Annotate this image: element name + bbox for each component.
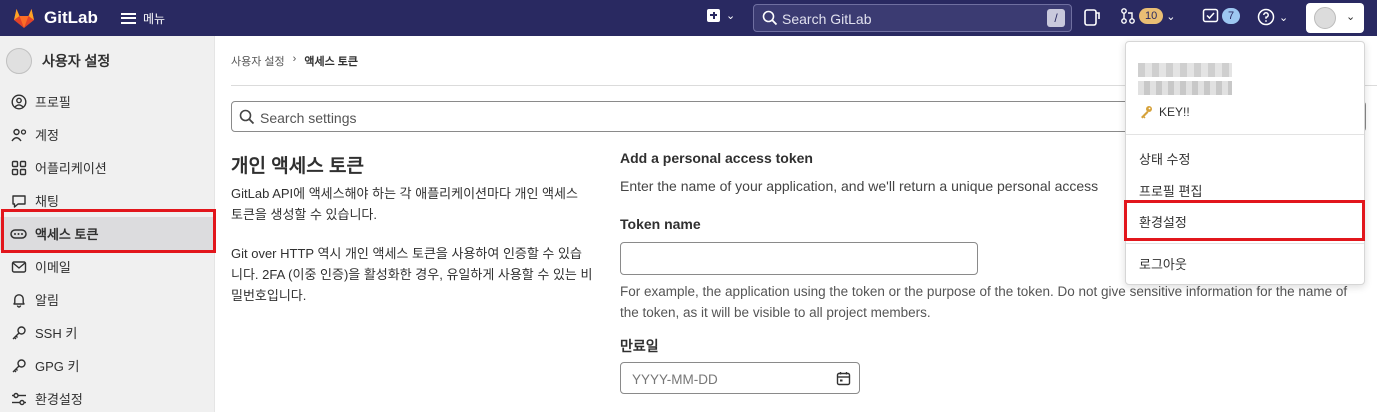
breadcrumb: 사용자 설정 › 액세스 토큰: [231, 53, 358, 69]
hamburger-icon: [121, 12, 136, 24]
todos-count-badge: 7: [1222, 7, 1241, 24]
help-button[interactable]: ⌄: [1257, 8, 1288, 26]
search-shortcut-key: /: [1047, 9, 1065, 27]
avatar: [1314, 7, 1336, 29]
breadcrumb-parent[interactable]: 사용자 설정: [231, 53, 285, 69]
user-menu-button[interactable]: ⌄: [1306, 3, 1364, 33]
chat-icon: [10, 192, 27, 209]
page-title: 개인 액세스 토큰: [231, 156, 364, 177]
form-title: Add a personal access token: [620, 150, 813, 166]
sidebar-item-label: 계정: [35, 128, 59, 143]
chevron-down-icon: ⌄: [1279, 11, 1289, 24]
sidebar-item-emails[interactable]: 이메일: [0, 250, 215, 283]
token-name-label: Token name: [620, 216, 701, 232]
profile-icon: [10, 93, 27, 110]
divider: [1126, 134, 1364, 135]
chevron-down-icon: ⌄: [1346, 11, 1356, 23]
brand-name[interactable]: GitLab: [44, 8, 98, 28]
sidebar-item-label: 알림: [35, 293, 59, 308]
sidebar-title: 사용자 설정: [42, 53, 111, 69]
intro-description: GitLab API에 액세스해야 하는 각 애플리케이션마다 개인 액세스 토…: [231, 186, 578, 222]
menu-label: 메뉴: [143, 11, 166, 26]
highlight-box: [1124, 200, 1365, 241]
preferences-icon: [10, 390, 27, 407]
calendar-icon[interactable]: [836, 371, 851, 386]
sidebar-item-label: SSH 키: [35, 326, 78, 341]
new-item-dropdown[interactable]: ⌄: [707, 9, 735, 22]
expiry-label: 만료일: [620, 338, 659, 354]
token-name-input[interactable]: [620, 242, 978, 275]
sidebar-item-profile[interactable]: 프로필: [0, 85, 215, 118]
gitlab-logo-icon[interactable]: [12, 6, 36, 30]
menu-button[interactable]: 메뉴: [121, 9, 165, 27]
edit-profile-item[interactable]: 프로필 편집: [1139, 181, 1202, 200]
sidebar-header[interactable]: 사용자 설정: [6, 48, 110, 74]
user-dropdown-menu: KEY!! 상태 수정 프로필 편집 환경설정 로그아웃: [1125, 41, 1365, 285]
account-icon: [10, 126, 27, 143]
sidebar-item-gpg-keys[interactable]: GPG 키: [0, 349, 215, 382]
key-icon: [10, 357, 27, 374]
global-search[interactable]: Search GitLab /: [753, 4, 1072, 32]
intro-description-git: Git over HTTP 역시 개인 액세스 토큰을 사용하여 인증할 수 있…: [231, 246, 593, 303]
sidebar-item-label: 이메일: [35, 260, 71, 275]
search-settings-placeholder: Search settings: [260, 110, 357, 126]
divider: [1126, 243, 1364, 244]
sidebar-item-applications[interactable]: 어플리케이션: [0, 151, 215, 184]
top-navbar: GitLab 메뉴 ⌄ Search GitLab / 10 ⌄ 7 ⌄ ⌄: [0, 0, 1377, 36]
email-icon: [10, 258, 27, 275]
sidebar-item-label: 프로필: [35, 95, 71, 110]
todo-check-icon: [1202, 8, 1219, 23]
search-icon: [762, 10, 778, 26]
search-icon: [239, 109, 255, 125]
sidebar-item-ssh-keys[interactable]: SSH 키: [0, 316, 215, 349]
sidebar-item-account[interactable]: 계정: [0, 118, 215, 151]
key-icon: [1141, 106, 1152, 119]
blurred-user-name: [1138, 63, 1232, 77]
global-search-placeholder: Search GitLab: [782, 11, 872, 27]
user-status: KEY!!: [1139, 105, 1190, 119]
chevron-down-icon: ⌄: [726, 10, 736, 22]
sidebar-item-label: GPG 키: [35, 359, 80, 374]
chevron-down-icon: ⌄: [1166, 10, 1176, 23]
sidebar-item-label: 채팅: [35, 194, 59, 209]
merge-requests-button[interactable]: 10 ⌄: [1120, 7, 1175, 25]
sidebar-item-label: 어플리케이션: [35, 161, 107, 176]
todos-button[interactable]: 7: [1202, 7, 1241, 24]
key-icon: [10, 324, 27, 341]
help-icon: [1257, 8, 1275, 26]
expiry-date-input[interactable]: YYYY-MM-DD: [620, 362, 860, 394]
breadcrumb-current[interactable]: 액세스 토큰: [304, 53, 358, 69]
breadcrumb-separator: ›: [292, 53, 297, 65]
highlight-box: [1, 209, 216, 253]
plus-square-icon: [707, 9, 720, 22]
merge-requests-count-badge: 10: [1139, 8, 1164, 24]
user-status-text: KEY!!: [1159, 105, 1190, 119]
merge-request-icon: [1121, 8, 1135, 24]
bell-icon: [10, 291, 27, 308]
sidebar-item-notifications[interactable]: 알림: [0, 283, 215, 316]
expiry-date-placeholder: YYYY-MM-DD: [632, 372, 718, 387]
set-status-item[interactable]: 상태 수정: [1139, 149, 1190, 168]
blurred-username: [1138, 81, 1232, 95]
sign-out-item[interactable]: 로그아웃: [1139, 254, 1187, 273]
token-name-help: For example, the application using the t…: [620, 284, 1348, 320]
avatar: [6, 48, 32, 74]
applications-icon: [10, 159, 27, 176]
form-intro: Enter the name of your application, and …: [620, 178, 1099, 194]
sidebar-item-preferences[interactable]: 환경설정: [0, 382, 215, 415]
issues-icon[interactable]: [1083, 8, 1101, 28]
sidebar-item-label: 환경설정: [35, 392, 83, 407]
